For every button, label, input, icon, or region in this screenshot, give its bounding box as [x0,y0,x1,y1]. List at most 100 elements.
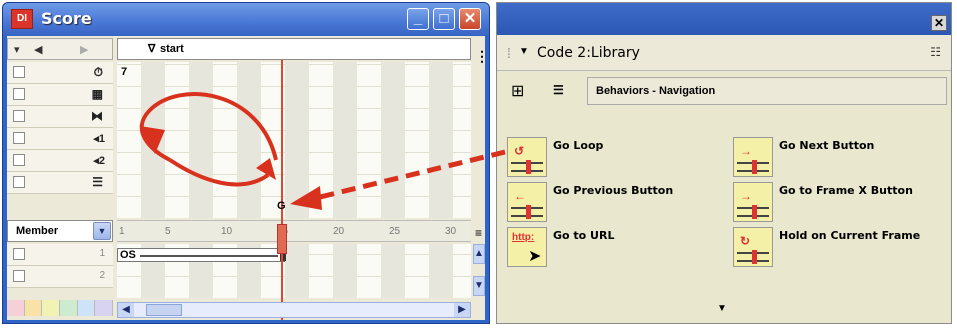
color-swatch[interactable] [95,300,114,316]
library-titlebar[interactable]: ✕ [497,3,951,35]
transition-channel[interactable]: ⧓ [7,106,113,128]
ruler-tick: 25 [389,226,401,237]
library-view-icon[interactable]: ⊞ [511,81,524,101]
previous-button-icon: ← [507,182,547,222]
behavior-label: Go Previous Button [553,184,674,197]
library-panel-header[interactable]: ⁞ ▼ Code 2:Library ☷ [497,35,951,71]
ruler-tick: 10 [221,226,233,237]
marker-label[interactable]: start [160,43,184,55]
maximize-icon: □ [439,10,449,27]
window-title: Score [41,9,92,28]
color-swatch[interactable] [42,300,61,316]
channel-toggle[interactable] [13,154,25,166]
script-channel[interactable]: ☰ [7,172,113,194]
minimize-icon: _ [413,10,423,27]
frame-x-button-icon: → [733,182,773,222]
ruler-tick: 30 [445,226,457,237]
scroll-thumb[interactable] [146,304,182,316]
scroll-down-icon[interactable]: ▼ [717,303,727,314]
channel-toggle-icon[interactable]: ▾ [14,43,20,56]
behavior-go-next-button[interactable]: → Go Next Button [727,137,937,181]
channel-panel: ▾ ◀ ▶ ⏱ ▦ ⧓ ◂1 ◂2 ☰ Member ▼ 1 2 [7,36,115,320]
library-category-select[interactable]: Behaviors - Navigation [587,77,947,105]
ruler-tick: 5 [165,226,171,237]
tempo-icon: ⏱ [93,65,103,79]
behavior-go-loop[interactable]: ↺ Go Loop [501,137,711,181]
score-titlebar[interactable]: DI Score _ □ ✕ [3,3,489,35]
channel-toggle[interactable] [13,66,25,78]
close-icon[interactable]: ✕ [931,15,947,31]
behavior-label: Go to Frame X Button [779,184,913,197]
color-swatch[interactable] [60,300,78,316]
prev-marker-icon[interactable]: ◀ [34,43,42,56]
next-button-icon: → [733,137,773,177]
scroll-up-icon[interactable]: ▲ [473,244,485,264]
more-options-icon[interactable]: ⋮ [475,48,489,65]
display-mode-value: Member [16,225,59,237]
sprite-channel-number: 1 [99,248,105,259]
horizontal-scrollbar[interactable]: ◀ ▶ [117,302,471,318]
channel-toggle[interactable] [13,132,25,144]
display-mode-select[interactable]: Member ▼ [7,220,113,242]
behavior-label: Go to URL [553,229,615,242]
channel-toggle[interactable] [13,88,25,100]
channel-toggle[interactable] [13,176,25,188]
library-toolbar: ⊞ ☰ Behaviors - Navigation [497,71,951,111]
close-button[interactable]: ✕ [459,8,481,30]
url-icon: http: ➤ [507,227,547,267]
vertical-scrollbar[interactable]: ▲ ▼ [473,244,485,298]
grip-icon[interactable]: ⁞ [507,45,511,61]
script-icon: ☰ [92,175,103,189]
color-swatch[interactable] [24,300,43,316]
transition-icon: ⧓ [91,109,103,123]
next-marker-icon[interactable]: ▶ [80,43,88,56]
ruler-tick: 1 [119,226,125,237]
playhead-handle[interactable] [277,224,287,254]
hold-frame-icon: ↻ [733,227,773,267]
panel-menu-icon[interactable]: ☷ [930,45,941,59]
channel-toggle[interactable] [13,270,25,282]
chevron-down-icon[interactable]: ▼ [93,222,111,240]
scroll-right-icon[interactable]: ▶ [454,303,470,317]
sprite-label: OS [120,249,136,261]
score-window: DI Score _ □ ✕ ▾ ◀ ▶ ⏱ ▦ ⧓ ◂1 ◂2 ☰ Membe… [2,2,490,324]
color-swatch[interactable] [7,300,25,316]
list-view-icon[interactable]: ☰ [553,83,564,97]
behavior-label: Go Loop [553,139,604,152]
behavior-go-to-frame-x-button[interactable]: → Go to Frame X Button [727,182,937,226]
ruler-tick: 20 [333,226,345,237]
tempo-channel[interactable]: ⏱ [7,62,113,84]
current-frame-number: 7 [121,66,128,78]
sprite-span[interactable]: OS [117,248,286,262]
sprite-channel-grid[interactable]: OS [117,244,471,298]
frame-area: ∇ start 7 1 5 10 15 20 25 30 OS [117,36,471,320]
sprite-channel-1[interactable]: 1 [7,244,113,266]
zoom-menu-icon[interactable]: ≡ [475,226,482,240]
scroll-down-icon[interactable]: ▼ [473,276,485,296]
frame-ruler[interactable]: 1 5 10 15 20 25 30 [117,220,471,242]
sound-channel-1[interactable]: ◂1 [7,128,113,150]
maximize-button[interactable]: □ [433,8,455,30]
sprite-duration-line [140,255,278,257]
color-swatch[interactable] [77,300,96,316]
behavior-hold-on-current-frame[interactable]: ↻ Hold on Current Frame [727,227,937,271]
marker-bar[interactable]: ∇ start [117,38,471,60]
sprite-channel-number: 2 [99,270,105,281]
scroll-left-icon[interactable]: ◀ [118,303,134,317]
minimize-button[interactable]: _ [407,8,429,30]
palette-channel[interactable]: ▦ [7,84,113,106]
palette-icon: ▦ [91,87,103,101]
behavior-label: Hold on Current Frame [779,229,921,242]
behavior-label: Go Next Button [779,139,875,152]
channel-toggle[interactable] [13,110,25,122]
sound-channel-2[interactable]: ◂2 [7,150,113,172]
sprite-channel-2[interactable]: 2 [7,266,113,288]
score-nav-row: ▾ ◀ ▶ [7,38,113,60]
behavior-go-to-url[interactable]: http: ➤ Go to URL [501,227,711,271]
behavior-go-previous-button[interactable]: ← Go Previous Button [501,182,711,226]
effects-channel-grid[interactable]: 7 [117,62,471,218]
channel-toggle[interactable] [13,248,25,260]
collapse-icon[interactable]: ▼ [519,46,529,57]
playhead-line[interactable] [281,60,283,320]
marker-icon: ∇ [148,43,156,55]
